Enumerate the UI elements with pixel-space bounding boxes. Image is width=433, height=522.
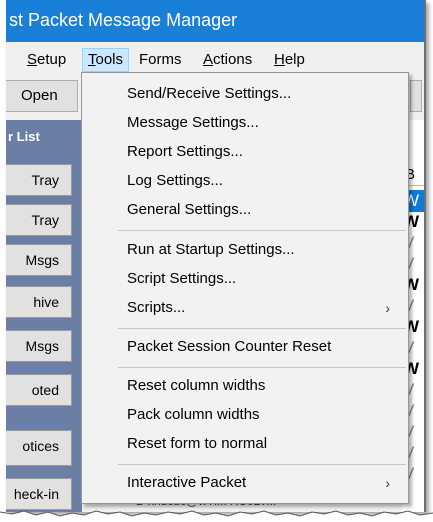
sidebar-button-deleted[interactable]: oted — [6, 374, 72, 406]
folder-list-sidebar: r List Tray Tray Msgs hive Msgs oted oti… — [6, 120, 82, 512]
sidebar-button-sent-msgs[interactable]: Msgs — [6, 244, 72, 276]
menu-item-send-receive-settings[interactable]: Send/Receive Settings... — [82, 80, 408, 108]
sidebar-button-check-in[interactable]: heck-in — [6, 478, 72, 510]
sidebar-button-out-tray[interactable]: Tray — [6, 204, 72, 236]
menu-separator — [118, 230, 406, 231]
menu-separator — [118, 367, 406, 368]
menu-item-run-at-startup-settings[interactable]: Run at Startup Settings... — [82, 236, 408, 264]
sidebar-button-archive[interactable]: hive — [6, 286, 72, 318]
menu-separator — [118, 328, 406, 329]
menu-bar: Setup Tools Forms Actions Help — [6, 46, 424, 74]
title-bar[interactable]: st Packet Message Manager — [6, 0, 424, 42]
sidebar-button-in-tray[interactable]: Tray — [6, 164, 72, 196]
menu-forms[interactable]: Forms — [134, 48, 187, 72]
tools-menu-dropdown: Send/Receive Settings... Message Setting… — [81, 72, 409, 504]
menu-separator — [118, 464, 406, 465]
menu-tools[interactable]: Tools — [82, 48, 130, 72]
menu-setup[interactable]: Setup — [22, 48, 71, 72]
menu-item-reset-form-to-normal[interactable]: Reset form to normal — [82, 430, 408, 458]
menu-help[interactable]: Help — [269, 48, 310, 72]
menu-actions[interactable]: Actions — [198, 48, 257, 72]
submenu-arrow-icon: › — [385, 300, 390, 316]
sidebar-button-draft-msgs[interactable]: Msgs — [6, 330, 72, 362]
menu-item-pack-column-widths[interactable]: Pack column widths — [82, 401, 408, 429]
menu-item-interactive-packet[interactable]: Interactive Packet › — [82, 469, 408, 497]
window-title: st Packet Message Manager — [9, 10, 238, 30]
sidebar-button-notices[interactable]: otices — [6, 430, 72, 466]
menu-item-reset-column-widths[interactable]: Reset column widths — [82, 372, 408, 400]
submenu-arrow-icon: › — [385, 475, 390, 491]
menu-item-scripts[interactable]: Scripts... › — [82, 294, 408, 322]
menu-item-packet-session-counter-reset[interactable]: Packet Session Counter Reset — [82, 333, 408, 361]
menu-item-message-settings[interactable]: Message Settings... — [82, 109, 408, 137]
menu-item-general-settings[interactable]: General Settings... — [82, 196, 408, 224]
sidebar-header: r List — [8, 129, 40, 144]
menu-item-script-settings[interactable]: Script Settings... — [82, 265, 408, 293]
open-button[interactable]: Open — [6, 80, 78, 112]
torn-paper-edge — [0, 510, 433, 522]
menu-item-report-settings[interactable]: Report Settings... — [82, 138, 408, 166]
toolbar-button-partial[interactable] — [410, 80, 422, 112]
menu-item-log-settings[interactable]: Log Settings... — [82, 167, 408, 195]
